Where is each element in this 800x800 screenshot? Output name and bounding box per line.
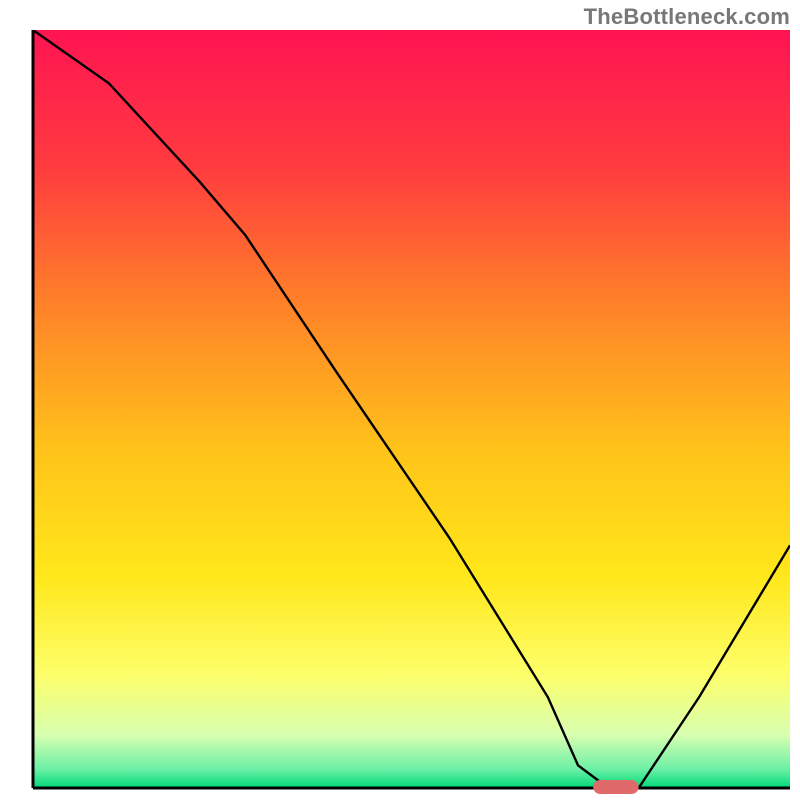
gradient-background — [33, 30, 790, 788]
chart-container: TheBottleneck.com — [0, 0, 800, 800]
bottleneck-chart — [0, 0, 800, 800]
watermark-label: TheBottleneck.com — [584, 4, 790, 30]
optimal-marker — [593, 780, 638, 794]
